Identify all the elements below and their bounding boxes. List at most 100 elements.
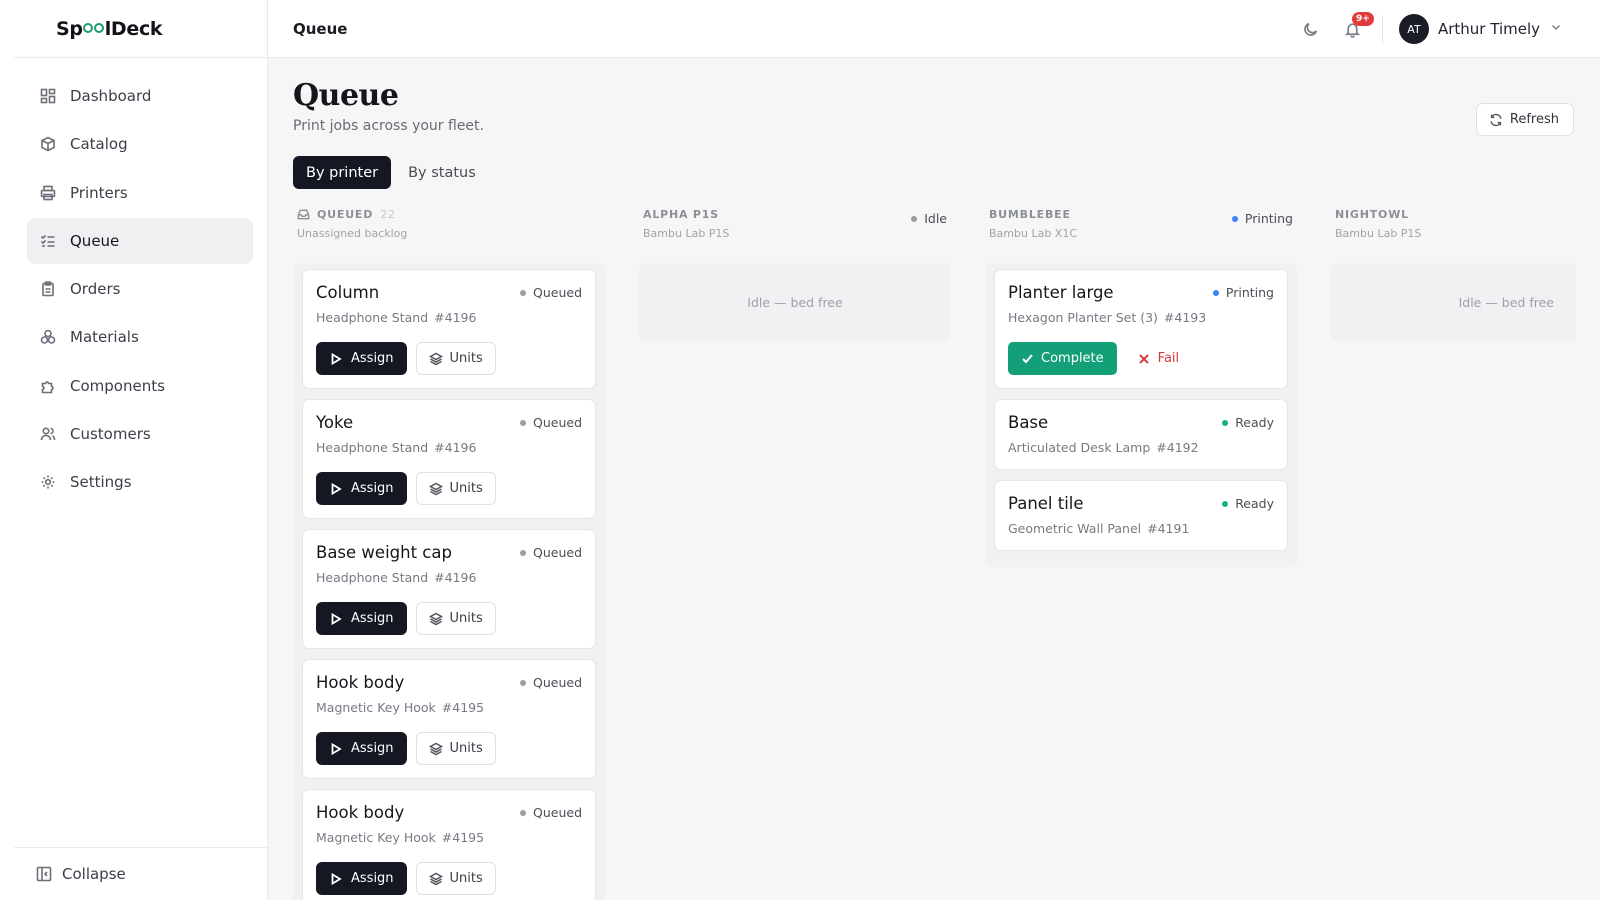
play-icon [331, 612, 342, 625]
column-subtitle: Bambu Lab P1S [1335, 227, 1422, 240]
units-button[interactable]: Units [415, 472, 496, 505]
column-printer-alpha-p1s: ALPHA P1S Bambu Lab P1S Idle Idle — bed … [639, 208, 951, 341]
user-name[interactable]: Arthur Timely [1438, 20, 1540, 38]
status-dot [520, 419, 526, 426]
job-card[interactable]: Hook body Magnetic Key Hook #4195 Queued … [302, 659, 596, 779]
sidebar: Sp lDeck Dashboard Catalog Printers Queue… [0, 0, 268, 900]
layers-icon [428, 482, 443, 495]
sidebar-item-orders[interactable]: Orders [27, 266, 253, 312]
avatar[interactable]: AT [1398, 14, 1429, 44]
assign-button[interactable]: Assign [316, 342, 407, 375]
status-dot [1222, 500, 1229, 507]
job-card[interactable]: Yoke Headphone Stand #4196 Queued Assign … [302, 399, 596, 519]
page-subtitle: Print jobs across your fleet. [293, 118, 484, 134]
spools-icon [40, 330, 56, 345]
assign-button[interactable]: Assign [316, 472, 407, 505]
sidebar-item-components[interactable]: Components [27, 363, 253, 409]
sidebar-item-printers[interactable]: Printers [27, 170, 253, 216]
complete-button[interactable]: Complete [1008, 342, 1117, 375]
column-header: BUMBLEBEE Bambu Lab X1C Printing [985, 208, 1297, 250]
sidebar-item-label: Catalog [70, 135, 128, 154]
column-printer-nightowl: NIGHTOWL Bambu Lab P1S Idle — bed free [1331, 208, 1576, 341]
status-badge: Queued [520, 545, 582, 560]
status-dot [520, 289, 526, 296]
column-count: 22 [380, 208, 396, 221]
assign-label: Assign [351, 741, 394, 756]
assign-button[interactable]: Assign [316, 732, 407, 765]
job-meta: Magnetic Key Hook #4195 [316, 830, 582, 845]
job-actions: Assign Units [316, 862, 582, 895]
job-actions: Assign Units [316, 342, 582, 375]
sidebar-item-label: Customers [70, 425, 151, 444]
sidebar-item-queue[interactable]: Queue [27, 217, 253, 264]
status-badge: Ready [1222, 415, 1274, 430]
column-lane: Idle — bed free [639, 263, 951, 341]
units-label: Units [449, 481, 483, 496]
printer-status: Idle [911, 211, 947, 226]
units-label: Units [449, 611, 483, 626]
tab-by-status[interactable]: By status [395, 156, 489, 189]
refresh-label: Refresh [1509, 112, 1559, 127]
status-dot [520, 809, 526, 816]
fail-button[interactable]: Fail [1126, 342, 1191, 375]
sidebar-item-dashboard[interactable]: Dashboard [27, 73, 253, 119]
printer-status-label: Printing [1244, 211, 1293, 226]
printer-status-label: Idle [924, 211, 947, 226]
job-card[interactable]: Column Headphone Stand #4196 Queued Assig… [302, 269, 596, 389]
status-dot [1231, 215, 1238, 222]
sidebar-item-catalog[interactable]: Catalog [27, 121, 253, 167]
job-order-ref: #4196 [434, 310, 477, 325]
column-header: QUEUED 22 Unassigned backlog [293, 208, 605, 250]
inbox-icon [297, 209, 310, 220]
job-card[interactable]: Base Articulated Desk Lamp #4192 Ready [994, 399, 1288, 470]
assign-label: Assign [351, 611, 394, 626]
job-card[interactable]: Planter large Hexagon Planter Set (3) #41… [994, 269, 1288, 389]
job-order-ref: #4196 [434, 440, 477, 455]
sidebar-item-customers[interactable]: Customers [27, 411, 253, 457]
status-badge: Queued [520, 285, 582, 300]
collapse-button[interactable]: Collapse [14, 847, 267, 900]
sidebar-item-materials[interactable]: Materials [27, 314, 253, 360]
job-meta: Headphone Stand #4196 [316, 570, 582, 585]
assign-button[interactable]: Assign [316, 602, 407, 635]
job-order-ref: #4193 [1163, 310, 1207, 325]
tab-by-printer[interactable]: By printer [293, 156, 392, 189]
notifications-button[interactable]: 9+ [1338, 12, 1374, 44]
status-dot [520, 679, 526, 686]
job-card[interactable]: Panel tile Geometric Wall Panel #4191 Rea… [994, 480, 1288, 551]
column-header: ALPHA P1S Bambu Lab P1S Idle [639, 208, 951, 250]
job-card[interactable]: Base weight cap Headphone Stand #4196 Que… [302, 529, 596, 649]
spool-logo-icon [83, 22, 94, 33]
status-dot [1222, 419, 1229, 426]
box-icon [41, 136, 55, 152]
layers-icon [428, 742, 443, 755]
app-logo[interactable]: Sp lDeck [14, 0, 267, 58]
sidebar-item-label: Dashboard [70, 87, 152, 105]
job-product: Geometric Wall Panel [1008, 521, 1142, 536]
view-tabs: By printer By status [293, 156, 493, 189]
layers-icon [428, 612, 443, 625]
gear-icon [41, 475, 55, 489]
job-product: Magnetic Key Hook [316, 830, 436, 845]
job-meta: Hexagon Planter Set (3) #4193 [1008, 310, 1274, 325]
status-label: Printing [1225, 285, 1274, 300]
units-button[interactable]: Units [415, 732, 496, 765]
column-title: ALPHA P1S [643, 208, 719, 221]
user-menu-chevron[interactable] [1550, 21, 1562, 37]
units-button[interactable]: Units [415, 862, 496, 895]
brand-text-pre: Sp [56, 17, 83, 40]
status-badge: Queued [520, 805, 582, 820]
units-button[interactable]: Units [415, 602, 496, 635]
theme-toggle-button[interactable] [1296, 14, 1326, 44]
job-product: Magnetic Key Hook [316, 700, 436, 715]
sidebar-item-label: Components [70, 376, 165, 395]
page-title: Queue [293, 78, 399, 113]
units-button[interactable]: Units [415, 342, 496, 375]
units-label: Units [449, 351, 483, 366]
job-card[interactable]: Hook body Magnetic Key Hook #4195 Queued … [302, 789, 596, 900]
status-dot [1212, 289, 1219, 296]
job-meta: Articulated Desk Lamp #4192 [1008, 440, 1274, 455]
refresh-button[interactable]: Refresh [1475, 103, 1574, 136]
assign-button[interactable]: Assign [316, 862, 407, 895]
sidebar-item-settings[interactable]: Settings [27, 459, 253, 505]
